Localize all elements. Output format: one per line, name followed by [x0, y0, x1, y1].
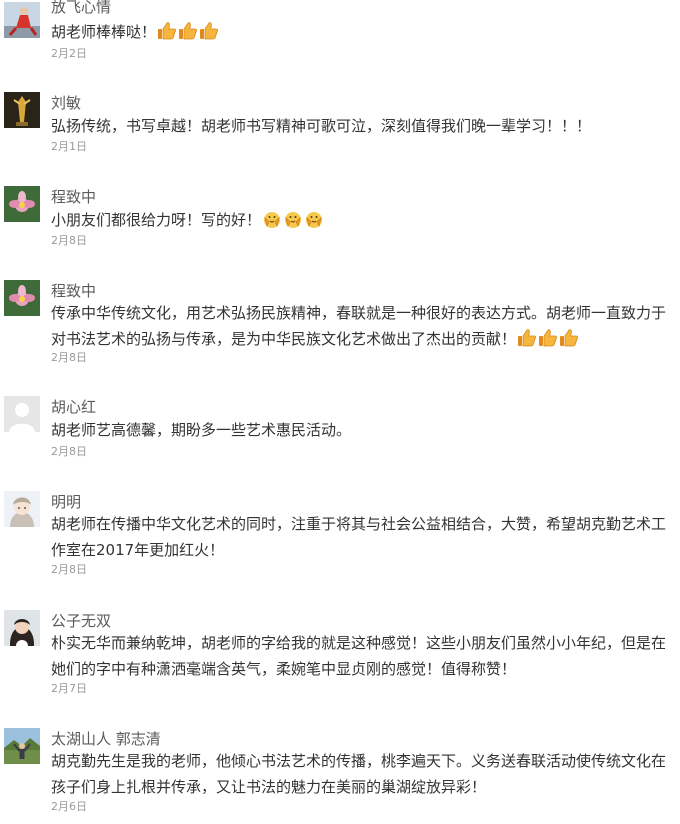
thumbs-up-icon [199, 21, 219, 41]
comment-text: 胡老师棒棒哒！ [51, 23, 157, 41]
comment-date: 2月8日 [51, 351, 87, 364]
thumbs-up-icon [517, 328, 537, 348]
comment-date: 2月1日 [51, 140, 87, 153]
comment-content: 胡老师棒棒哒！ [51, 19, 671, 45]
comment-text: 胡克勤先生是我的老师，他倾心书法艺术的传播，桃李遍天下。义务送春联活动使传统文化… [51, 752, 667, 796]
lotus-flower-photo-icon [4, 186, 40, 222]
comment-nickname[interactable]: 程致中 [51, 282, 96, 300]
comment-date: 2月7日 [51, 682, 87, 695]
default-avatar-icon [4, 396, 40, 432]
dancer-photo-icon [4, 2, 40, 38]
applause-icon [304, 209, 324, 229]
avatar[interactable] [4, 186, 40, 222]
applause-icon [262, 209, 282, 229]
comment-date: 2月2日 [51, 47, 87, 60]
thumbs-up-icon [538, 328, 558, 348]
comment-text: 胡老师艺高德馨，期盼多一些艺术惠民活动。 [51, 421, 352, 439]
comment-nickname[interactable]: 公子无双 [51, 612, 111, 630]
comment-content: 胡老师在传播中华文化艺术的同时，注重于将其与社会公益相结合，大赞，希望胡克勤艺术… [51, 511, 671, 563]
avatar[interactable] [4, 610, 40, 646]
comment-nickname[interactable]: 程致中 [51, 188, 96, 206]
comment-content: 胡老师艺高德馨，期盼多一些艺术惠民活动。 [51, 417, 671, 443]
avatar[interactable] [4, 280, 40, 316]
comment-content: 传承中华传统文化，用艺术弘扬民族精神，春联就是一种很好的表达方式。胡老师一直致力… [51, 300, 671, 352]
comment-nickname[interactable]: 刘敏 [51, 94, 81, 112]
comment-content: 弘扬传统，书写卓越！胡老师书写精神可歌可泣，深刻值得我们晚一辈学习！！！ [51, 113, 671, 139]
man-landscape-photo-icon [4, 728, 40, 764]
golden-statue-photo-icon [4, 92, 40, 128]
comment-text: 弘扬传统，书写卓越！胡老师书写精神可歌可泣，深刻值得我们晚一辈学习！！！ [51, 117, 592, 135]
lotus-flower-photo-icon [4, 280, 40, 316]
comment-date: 2月8日 [51, 445, 87, 458]
comment-content: 朴实无华而兼纳乾坤，胡老师的字给我的就是这种感觉！这些小朋友们虽然小小年纪，但是… [51, 630, 671, 682]
comment-content: 胡克勤先生是我的老师，他倾心书法艺术的传播，桃李遍天下。义务送春联活动使传统文化… [51, 748, 671, 800]
thumbs-up-icon [178, 21, 198, 41]
comment-text: 小朋友们都很给力呀！写的好！ [51, 211, 262, 229]
comment-nickname[interactable]: 放飞心情 [51, 0, 111, 16]
comment-content: 小朋友们都很给力呀！写的好！ [51, 207, 671, 233]
comment-nickname[interactable]: 胡心红 [51, 398, 96, 416]
avatar[interactable] [4, 2, 40, 38]
anime-girl-photo-icon [4, 491, 40, 527]
comment-text: 胡老师在传播中华文化艺术的同时，注重于将其与社会公益相结合，大赞，希望胡克勤艺术… [51, 515, 667, 559]
comment-nickname[interactable]: 明明 [51, 493, 81, 511]
comment-nickname[interactable]: 太湖山人 郭志清 [51, 730, 161, 748]
comment-date: 2月8日 [51, 234, 87, 247]
woman-portrait-photo-icon [4, 610, 40, 646]
applause-icon [283, 209, 303, 229]
thumbs-up-icon [559, 328, 579, 348]
comment-date: 2月6日 [51, 800, 87, 813]
thumbs-up-icon [157, 21, 177, 41]
avatar[interactable] [4, 396, 40, 432]
comment-date: 2月8日 [51, 563, 87, 576]
avatar[interactable] [4, 491, 40, 527]
avatar[interactable] [4, 92, 40, 128]
avatar[interactable] [4, 728, 40, 764]
comment-text: 朴实无华而兼纳乾坤，胡老师的字给我的就是这种感觉！这些小朋友们虽然小小年纪，但是… [51, 634, 667, 678]
